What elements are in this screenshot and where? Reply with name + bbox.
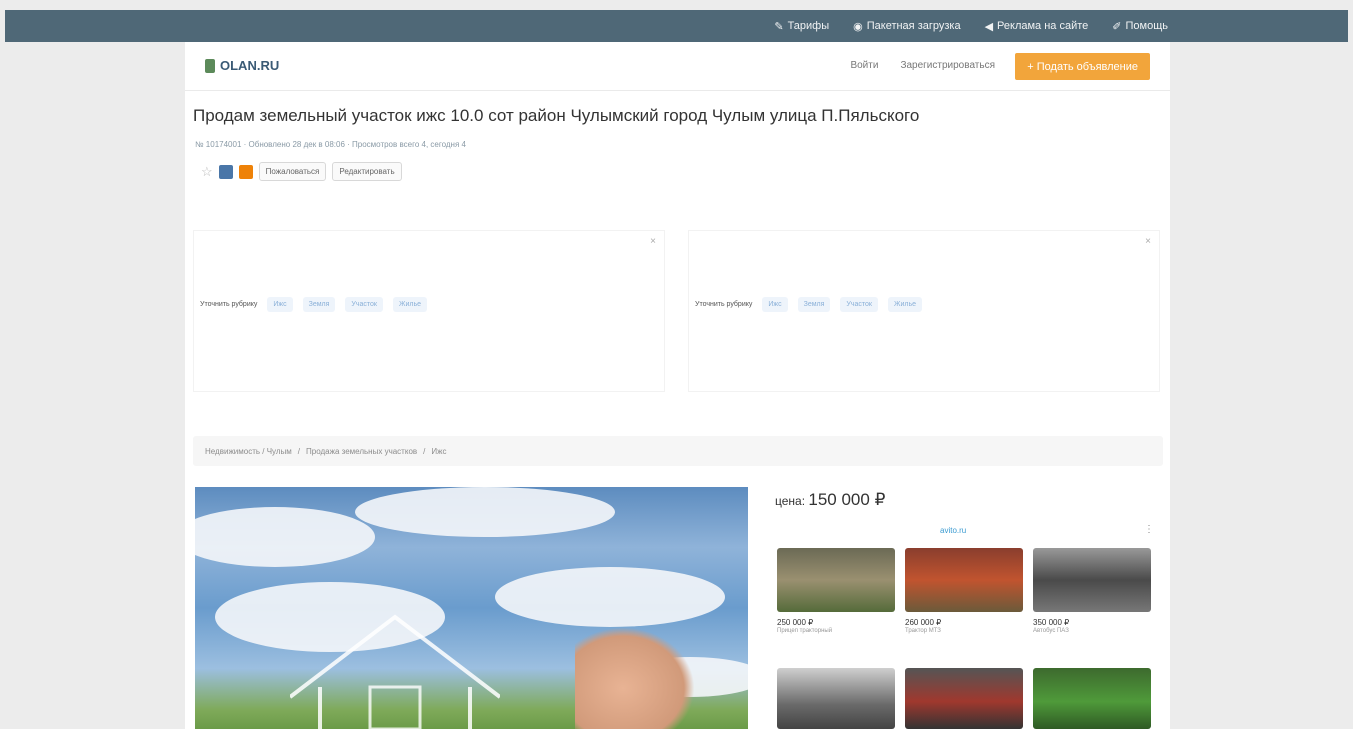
tag-icon: ✎ xyxy=(774,20,784,33)
ad-grid: avito.ru ⋮ 250 000 ₽ Прицеп тракторный 2… xyxy=(775,520,1160,729)
ad-tile-price: 250 000 ₽ xyxy=(777,618,814,627)
listing-meta: № 10174001 · Обновлено 28 дек в 08:06 · … xyxy=(195,140,466,149)
topnav-advertising[interactable]: ◀ Реклама на сайте xyxy=(985,20,1089,33)
ad-chip[interactable]: Участок xyxy=(345,297,383,312)
favorite-star-icon[interactable]: ☆ xyxy=(201,164,213,180)
price-label: цена: xyxy=(775,494,806,508)
ad-chip[interactable]: Земля xyxy=(302,297,336,312)
cloud-shape xyxy=(495,567,725,627)
breadcrumb-item: Ижс xyxy=(431,446,447,456)
house-outline-icon xyxy=(290,614,500,729)
edit-button[interactable]: Редактировать xyxy=(332,162,402,181)
breadcrumb-separator: / xyxy=(423,446,426,456)
vk-share-icon[interactable] xyxy=(218,164,233,179)
ad-chip[interactable]: Ижс xyxy=(762,297,788,312)
topnav-tariffs[interactable]: ✎ Тарифы xyxy=(774,20,829,33)
ad-chip[interactable]: Жилье xyxy=(888,297,922,312)
site-logo[interactable]: OLAN.RU xyxy=(205,58,279,73)
topnav-help[interactable]: ✐ Помощь xyxy=(1112,20,1168,33)
complain-button[interactable]: Пожаловаться xyxy=(258,162,327,181)
ad-tile-price: 260 000 ₽ xyxy=(905,618,942,627)
login-link[interactable]: Войти xyxy=(850,60,878,71)
ad-tile-image xyxy=(1033,668,1151,729)
eye-icon: ◉ xyxy=(853,20,863,33)
ad-tile[interactable] xyxy=(1033,668,1151,729)
ad-tile[interactable]: 250 000 ₽ Прицеп тракторный xyxy=(777,548,895,635)
ok-share-icon[interactable] xyxy=(238,164,253,179)
ad-tile[interactable]: 260 000 ₽ Трактор МТЗ xyxy=(905,548,1023,635)
ad-tile-desc: Автобус ПАЗ xyxy=(1033,628,1069,634)
breadcrumb: Недвижимость / Чулым / Продажа земельных… xyxy=(193,436,1163,466)
breadcrumb-item[interactable]: Недвижимость / Чулым xyxy=(205,447,292,456)
site-header: OLAN.RU Войти Зарегистрироваться + Подат… xyxy=(185,42,1170,91)
listing-actions: ☆ Пожаловаться Редактировать xyxy=(201,162,402,181)
auth-links: Войти Зарегистрироваться xyxy=(850,60,995,71)
ad-chip[interactable]: Земля xyxy=(797,297,831,312)
cloud-shape xyxy=(355,487,615,537)
ad-label: Уточнить рубрику xyxy=(200,301,258,308)
ad-tile-image xyxy=(905,548,1023,612)
ad-chip[interactable]: Участок xyxy=(840,297,878,312)
post-ad-button[interactable]: + Подать объявление xyxy=(1015,53,1150,80)
ad-brand[interactable]: avito.ru xyxy=(940,526,966,535)
ad-tile-image xyxy=(777,668,895,729)
ad-tile-price: 350 000 ₽ xyxy=(1033,618,1070,627)
ad-chip[interactable]: Ижс xyxy=(267,297,293,312)
close-icon[interactable]: × xyxy=(650,236,656,247)
close-icon[interactable]: × xyxy=(1145,236,1151,247)
ad-tile[interactable] xyxy=(905,668,1023,729)
megaphone-icon: ◀ xyxy=(984,20,994,33)
top-nav: ✎ Тарифы ◉ Пакетная загрузка ◀ Реклама на с… xyxy=(774,10,1168,42)
price-block: цена: 150 000 ₽ xyxy=(775,490,885,510)
ad-block-right: × Уточнить рубрику Ижс Земля Участок Жил… xyxy=(688,230,1160,392)
more-icon[interactable]: ⋮ xyxy=(1144,524,1154,535)
ad-tile-image xyxy=(1033,548,1151,612)
breadcrumb-separator: / xyxy=(297,446,301,456)
price-value: 150 000 ₽ xyxy=(808,490,886,509)
ad-tile-image xyxy=(777,548,895,612)
ad-tile-desc: Трактор МТЗ xyxy=(905,628,941,634)
top-bar: ✎ Тарифы ◉ Пакетная загрузка ◀ Реклама на с… xyxy=(5,10,1348,42)
register-link[interactable]: Зарегистрироваться xyxy=(900,60,995,71)
listing-photo[interactable] xyxy=(195,487,748,729)
hand-shape xyxy=(575,627,695,729)
listing-title: Продам земельный участок ижс 10.0 сот ра… xyxy=(193,106,920,125)
ad-chip[interactable]: Жилье xyxy=(393,297,427,312)
topnav-bulk-upload[interactable]: ◉ Пакетная загрузка xyxy=(853,20,960,33)
ad-tile-desc: Прицеп тракторный xyxy=(777,628,833,634)
page-content: OLAN.RU Войти Зарегистрироваться + Подат… xyxy=(185,42,1170,729)
ad-tile[interactable]: 350 000 ₽ Автобус ПАЗ xyxy=(1033,548,1151,635)
ad-block-left: × Уточнить рубрику Ижс Земля Участок Жил… xyxy=(193,230,665,392)
cloud-shape xyxy=(195,507,375,567)
logo-icon xyxy=(205,58,215,73)
breadcrumb-item[interactable]: Продажа земельных участков xyxy=(306,447,417,456)
ad-tile-image xyxy=(905,668,1023,729)
ad-label: Уточнить рубрику xyxy=(695,301,753,308)
wrench-icon: ✐ xyxy=(1112,20,1122,33)
ad-tile[interactable] xyxy=(777,668,895,729)
